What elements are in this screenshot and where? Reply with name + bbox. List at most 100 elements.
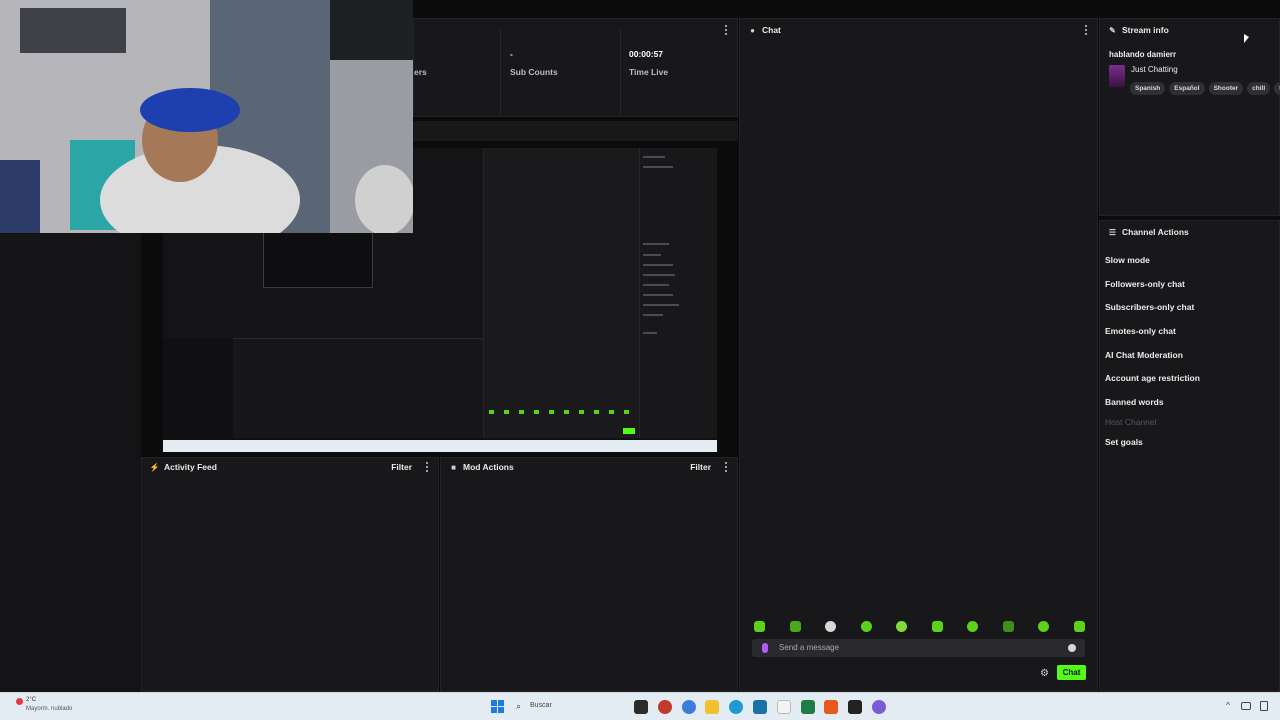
chat-input-placeholder: Send a message xyxy=(779,643,840,652)
task-view-icon[interactable] xyxy=(634,700,648,714)
stat-divider xyxy=(500,29,501,117)
preview-chat-button xyxy=(623,428,635,434)
activity-feed-title: Activity Feed xyxy=(164,462,217,472)
chat-panel: ● Chat Send a message ⚙ Chat xyxy=(739,18,1098,692)
tray-icon[interactable] xyxy=(1241,702,1251,710)
category-name[interactable]: Just Chatting xyxy=(1131,65,1178,74)
taskbar: 2°C Mayorm. nublado ⌕ Buscar ^ xyxy=(0,692,1280,720)
chat-input-box[interactable]: Send a message xyxy=(752,639,1085,657)
emote-icon[interactable] xyxy=(1074,621,1085,632)
chat-send-button[interactable]: Chat xyxy=(1057,665,1086,680)
tag[interactable]: Shooter xyxy=(1208,82,1244,95)
tag[interactable]: chill xyxy=(1247,82,1271,95)
preview-feeds xyxy=(233,338,483,438)
weather-icon xyxy=(16,698,23,705)
excel-icon[interactable] xyxy=(801,700,815,714)
weather-temp: 2°C xyxy=(26,697,37,703)
action-set-goals[interactable]: Set goals xyxy=(1105,437,1143,447)
notepad-icon[interactable] xyxy=(777,700,791,714)
shield-icon: ■ xyxy=(451,462,456,472)
action-account-age[interactable]: Account age restriction xyxy=(1105,373,1200,383)
mouse-cursor-icon xyxy=(1244,34,1249,43)
channel-actions-title: Channel Actions xyxy=(1122,227,1189,237)
emote-icon[interactable] xyxy=(1038,621,1049,632)
action-banned-words[interactable]: Banned words xyxy=(1105,397,1164,407)
file-explorer-icon[interactable] xyxy=(705,700,719,714)
channel-actions-panel: ☰ Channel Actions Slow mode Followers-on… xyxy=(1099,220,1280,692)
category-thumbnail xyxy=(1109,65,1125,87)
stat-subs: - Sub Counts xyxy=(510,49,558,77)
emote-icon[interactable] xyxy=(861,621,872,632)
action-subscribers-only[interactable]: Subscribers-only chat xyxy=(1105,302,1194,312)
discord-icon[interactable] xyxy=(872,700,886,714)
mod-actions-title: Mod Actions xyxy=(463,462,514,472)
start-button[interactable] xyxy=(491,700,504,713)
tag-list: SpanishEspañolShooterchillfu xyxy=(1130,77,1280,95)
emote-icon[interactable] xyxy=(896,621,907,632)
activity-feed-filter-button[interactable]: Filter xyxy=(391,462,412,472)
action-host-channel: Host Channel xyxy=(1105,417,1157,427)
emote-icon[interactable] xyxy=(754,621,765,632)
mod-actions-panel: ■ Mod Actions Filter xyxy=(440,457,738,692)
search-icon: ⌕ xyxy=(516,701,522,711)
action-followers-only[interactable]: Followers-only chat xyxy=(1105,279,1185,289)
emote-icon[interactable] xyxy=(967,621,978,632)
tray-icon[interactable] xyxy=(1260,701,1268,711)
emote-icon[interactable] xyxy=(932,621,943,632)
webcam-overlay xyxy=(0,0,413,233)
stat-time-live: 00:00:57 Time Live xyxy=(629,49,668,77)
stream-info-header: ✎ Stream info xyxy=(1100,19,1279,41)
channel-actions-header: ☰ Channel Actions xyxy=(1100,221,1279,243)
app-icon[interactable] xyxy=(682,700,696,714)
app-icon[interactable] xyxy=(824,700,838,714)
action-emotes-only[interactable]: Emotes-only chat xyxy=(1105,326,1176,336)
stat-label: Time Live xyxy=(629,67,669,77)
bolt-icon: ⚡ xyxy=(149,462,160,472)
activity-feed-panel: ⚡ Activity Feed Filter xyxy=(141,457,439,692)
stat-value: - xyxy=(510,49,513,59)
mod-actions-menu-icon[interactable] xyxy=(724,462,727,472)
emote-icon[interactable] xyxy=(1003,621,1014,632)
checklist-icon: ☰ xyxy=(1108,227,1117,237)
left-column xyxy=(0,233,141,692)
stream-title: hablando damierr xyxy=(1109,50,1177,59)
stat-value: 00:00:57 xyxy=(629,49,664,59)
stats-panel: ers - Sub Counts 00:00:57 Time Live xyxy=(413,18,738,117)
edge-browser-icon[interactable] xyxy=(729,700,743,714)
chat-menu-icon[interactable] xyxy=(1084,25,1087,35)
webcam-image xyxy=(0,0,413,233)
chat-header: ● Chat xyxy=(740,19,1097,41)
search-placeholder: Buscar xyxy=(530,702,552,709)
chat-bubble-icon: ● xyxy=(750,25,755,35)
weather-desc: Mayorm. nublado xyxy=(26,706,73,712)
app-icon[interactable] xyxy=(753,700,767,714)
chat-title: Chat xyxy=(762,25,781,35)
preview-chat xyxy=(483,148,639,438)
stat-label: ers xyxy=(414,67,427,77)
tag[interactable]: Español xyxy=(1169,82,1205,95)
tag[interactable]: fu xyxy=(1274,82,1280,95)
preview-taskbar xyxy=(163,440,717,452)
search-box[interactable]: ⌕ Buscar xyxy=(510,698,628,716)
tag[interactable]: Spanish xyxy=(1130,82,1166,95)
mod-actions-filter-button[interactable]: Filter xyxy=(690,462,711,472)
preview-emotes xyxy=(489,410,633,414)
pencil-icon: ✎ xyxy=(1109,25,1116,35)
stat-label: Sub Counts xyxy=(510,67,558,77)
app-icon[interactable] xyxy=(848,700,862,714)
stream-info-title: Stream info xyxy=(1122,25,1169,35)
app-icon[interactable] xyxy=(658,700,672,714)
action-ai-moderation[interactable]: AI Chat Moderation xyxy=(1105,350,1183,360)
stats-menu-icon[interactable] xyxy=(724,25,727,35)
emote-icon[interactable] xyxy=(790,621,801,632)
settings-gear-icon[interactable]: ⚙ xyxy=(1040,668,1049,679)
microphone-icon[interactable] xyxy=(762,643,768,653)
preview-sidebar xyxy=(639,148,717,438)
activity-feed-menu-icon[interactable] xyxy=(425,462,428,472)
stream-info-panel: ✎ Stream info hablando damierr Just Chat… xyxy=(1099,18,1280,216)
tray-chevron-icon[interactable]: ^ xyxy=(1226,701,1230,710)
emote-icon[interactable] xyxy=(825,621,836,632)
emoji-icon[interactable] xyxy=(1068,644,1076,652)
action-slow-mode[interactable]: Slow mode xyxy=(1105,255,1150,265)
preview-header-strip xyxy=(413,121,738,141)
